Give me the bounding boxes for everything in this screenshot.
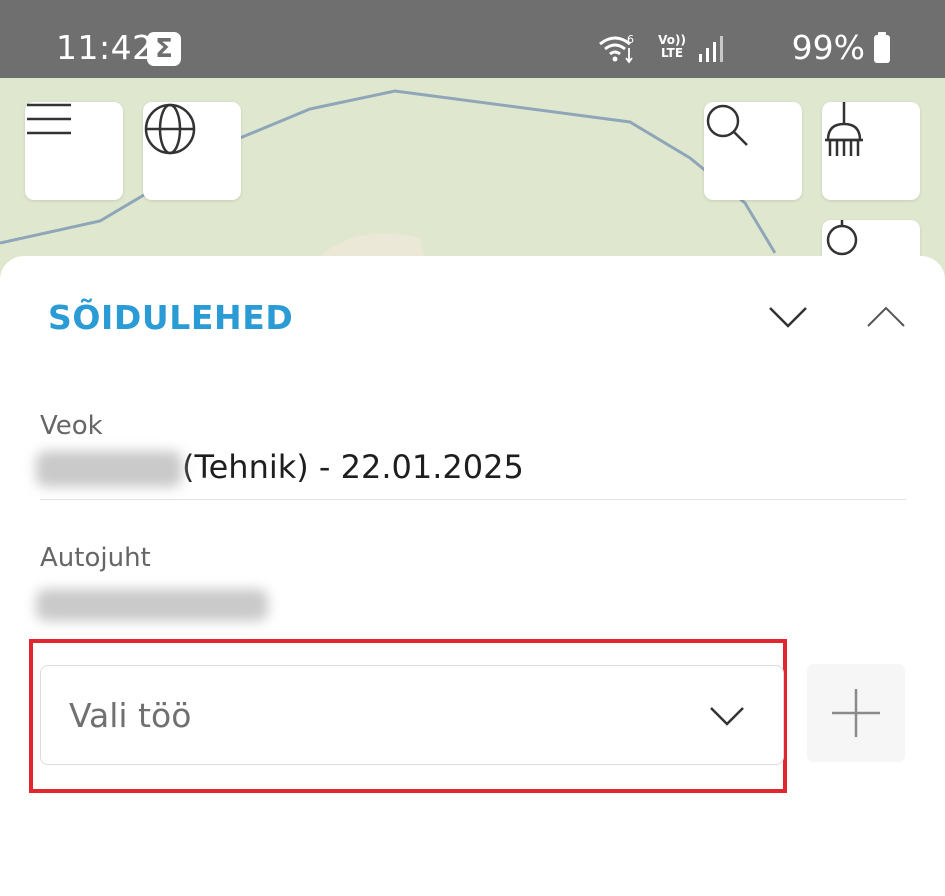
map-roads — [0, 89, 777, 278]
compass-icon — [826, 220, 858, 256]
battery-percent: 99% — [791, 28, 865, 67]
sheet-title: SÕIDULEHED — [48, 298, 294, 337]
status-bar: 11:42 Σ 6 Vo)) LTE 99% — [0, 0, 945, 78]
collapse-button[interactable] — [758, 296, 818, 346]
menu-icon — [27, 103, 71, 135]
vehicle-label: Veok — [40, 411, 103, 441]
chevron-down-icon — [769, 307, 807, 328]
driver-value — [36, 584, 268, 622]
job-select[interactable]: Vali töö — [40, 665, 784, 765]
expand-button[interactable] — [856, 296, 916, 346]
search-button[interactable] — [704, 102, 802, 200]
broom-button[interactable] — [822, 102, 920, 200]
broom-icon — [825, 102, 863, 156]
vehicle-value-text: (Tehnik) - 22.01.2025 — [182, 448, 524, 486]
globe-icon — [144, 103, 196, 155]
bottom-sheet: SÕIDULEHED Veok (Tehnik) - 22.01.2025 Au… — [0, 256, 945, 896]
add-job-button[interactable] — [807, 664, 905, 762]
plus-icon — [832, 689, 880, 737]
driver-label: Autojuht — [40, 543, 151, 573]
chevron-down-icon — [710, 707, 744, 726]
map-view[interactable] — [0, 78, 945, 278]
redacted-vehicle-id — [36, 451, 182, 487]
globe-button[interactable] — [143, 102, 241, 200]
volte-icon: Vo)) LTE — [658, 33, 686, 60]
svg-text:6: 6 — [627, 34, 634, 46]
menu-button[interactable] — [25, 102, 123, 200]
field-divider — [40, 499, 906, 500]
job-select-placeholder: Vali töö — [69, 696, 192, 735]
search-icon — [706, 104, 748, 146]
vehicle-value: (Tehnik) - 22.01.2025 — [36, 448, 524, 487]
redacted-driver-name — [36, 589, 268, 621]
battery-icon — [874, 32, 890, 63]
wifi-icon: 6 — [599, 34, 634, 64]
sigma-icon: Σ — [147, 32, 181, 66]
chevron-up-icon — [867, 306, 905, 327]
signal-icon — [699, 36, 723, 62]
status-time: 11:42 — [56, 28, 154, 67]
